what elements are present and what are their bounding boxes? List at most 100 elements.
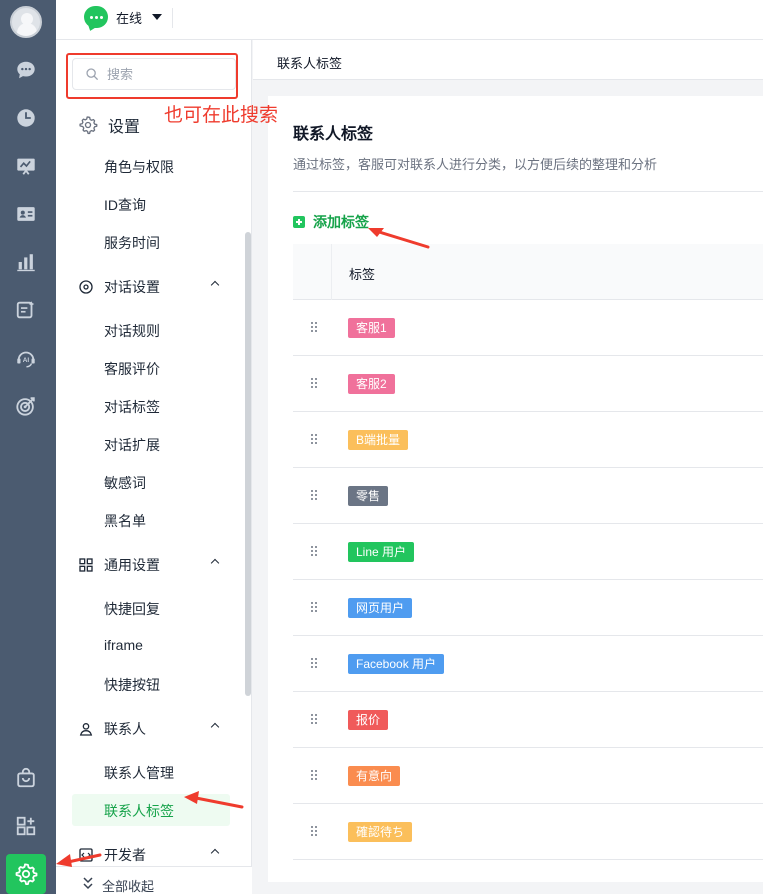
svg-text:AI: AI xyxy=(23,357,30,364)
annotation-text: 也可在此搜索 xyxy=(164,105,279,126)
annotation-highlight-box xyxy=(66,53,238,99)
tag-badge: 网页用户 xyxy=(348,598,413,618)
status-label: 在线 xyxy=(116,10,143,26)
group-title: 通用设置 xyxy=(104,557,160,573)
online-chat-icon xyxy=(84,6,108,28)
sidebar-item-agent-rating[interactable]: 客服评价 xyxy=(104,359,160,379)
target-icon[interactable] xyxy=(13,393,39,419)
plus-icon xyxy=(293,216,305,228)
sidebar-item-quick-buttons[interactable]: 快捷按钮 xyxy=(104,675,160,695)
collapse-icon xyxy=(83,877,93,890)
sidebar-item-blacklist[interactable]: 黑名单 xyxy=(104,511,146,531)
breadcrumb-bar: 联系人标签 xyxy=(253,40,763,80)
sidebar-item-contact-management[interactable]: 联系人管理 xyxy=(104,763,174,783)
drag-handle-icon[interactable] xyxy=(311,826,319,838)
drag-handle-icon[interactable] xyxy=(311,714,319,726)
chevron-up-icon xyxy=(210,280,220,290)
table-row[interactable]: 零售 xyxy=(293,468,763,524)
settings-title: 设置 xyxy=(108,119,141,136)
apps-icon[interactable] xyxy=(13,813,39,839)
monitor-icon[interactable] xyxy=(13,153,39,179)
sidebar-item-dialog-tags[interactable]: 对话标签 xyxy=(104,397,160,417)
chevron-up-icon xyxy=(210,558,220,568)
sidebar-item-contact-tags-label: 联系人标签 xyxy=(104,803,174,819)
settings-icon[interactable] xyxy=(6,854,46,894)
drag-handle-icon[interactable] xyxy=(311,658,319,670)
person-icon xyxy=(79,723,93,736)
table-header: 标签 xyxy=(293,244,763,300)
sidebar-item-dialog-extension[interactable]: 对话扩展 xyxy=(104,435,160,455)
settings-sidebar: 设置 角色与权限 ID查询 服务时间 对话设置 对话规则 客服评价 对话标签 对… xyxy=(56,40,252,894)
page-description: 通过标签，客服可对联系人进行分类，以方便后续的整理和分析 xyxy=(293,157,658,172)
sidebar-item-roles[interactable]: 角色与权限 xyxy=(104,157,174,177)
tag-badge: 客服2 xyxy=(348,374,395,394)
page-title: 联系人标签 xyxy=(293,126,374,143)
divider xyxy=(293,191,763,192)
tag-badge: Line 用户 xyxy=(348,542,415,562)
drag-handle-icon[interactable] xyxy=(311,770,319,782)
table-row[interactable]: 网页用户 xyxy=(293,580,763,636)
table-row[interactable]: B端批量 xyxy=(293,412,763,468)
sidebar-scrollbar[interactable] xyxy=(245,232,251,696)
drag-handle-icon[interactable] xyxy=(311,490,319,502)
grid-icon xyxy=(79,558,93,572)
table-row[interactable]: Line 用户 xyxy=(293,524,763,580)
contact-tags-panel: 联系人标签 通过标签，客服可对联系人进行分类，以方便后续的整理和分析 添加标签 … xyxy=(268,96,763,882)
table-row[interactable]: Facebook 用户 xyxy=(293,636,763,692)
group-title: 对话设置 xyxy=(104,279,160,295)
tag-badge: 確認待ち xyxy=(348,822,413,842)
column-header-tag: 标签 xyxy=(349,267,376,282)
chevron-up-icon xyxy=(210,722,220,732)
ai-bot-icon[interactable]: AI xyxy=(13,345,39,371)
shop-icon[interactable] xyxy=(13,765,39,791)
sidebar-item-quick-reply[interactable]: 快捷回复 xyxy=(104,599,160,619)
table-row[interactable]: 有意向 xyxy=(293,748,763,804)
table-row[interactable]: 报价 xyxy=(293,692,763,748)
table-row[interactable]: 客服2 xyxy=(293,356,763,412)
divider xyxy=(172,8,173,28)
dialog-settings-icon xyxy=(79,280,93,294)
avatar[interactable] xyxy=(10,6,42,38)
group-contacts[interactable]: 联系人 xyxy=(78,719,220,739)
group-dialog-settings[interactable]: 对话设置 xyxy=(78,277,220,297)
drag-handle-icon[interactable] xyxy=(311,378,319,390)
group-general-settings[interactable]: 通用设置 xyxy=(78,555,220,575)
drag-handle-icon[interactable] xyxy=(311,322,319,334)
group-developer[interactable]: 开发者 xyxy=(78,845,220,865)
tag-badge: 有意向 xyxy=(348,766,401,786)
ai-edit-icon[interactable] xyxy=(13,297,39,323)
add-tag-label: 添加标签 xyxy=(313,214,369,230)
drag-handle-icon[interactable] xyxy=(311,546,319,558)
drag-handle-icon[interactable] xyxy=(311,434,319,446)
sidebar-item-id-lookup[interactable]: ID查询 xyxy=(104,195,146,215)
caret-down-icon xyxy=(152,14,163,20)
column-divider xyxy=(331,244,332,300)
add-tag-button[interactable]: 添加标签 xyxy=(293,212,369,232)
tag-badge: 客服1 xyxy=(348,318,395,338)
chevron-up-icon xyxy=(210,848,220,858)
tag-badge: B端批量 xyxy=(348,430,409,450)
status-selector[interactable]: 在线 xyxy=(84,6,163,28)
top-bar: 在线 xyxy=(56,0,763,40)
contact-card-icon[interactable] xyxy=(13,201,39,227)
app-rail: AI xyxy=(0,0,56,894)
sidebar-item-dialog-rules[interactable]: 对话规则 xyxy=(104,321,160,341)
table-row[interactable]: 客服1 xyxy=(293,300,763,356)
breadcrumb: 联系人标签 xyxy=(277,56,343,71)
drag-handle-icon[interactable] xyxy=(311,602,319,614)
group-title: 联系人 xyxy=(104,721,146,737)
code-icon xyxy=(79,848,93,862)
group-title: 开发者 xyxy=(104,847,146,863)
tag-badge: 零售 xyxy=(348,486,389,506)
tag-badge: Facebook 用户 xyxy=(348,654,445,674)
table-row[interactable]: 確認待ち xyxy=(293,804,763,860)
tag-badge: 报价 xyxy=(348,710,389,730)
sidebar-item-service-hours[interactable]: 服务时间 xyxy=(104,233,160,253)
collapse-all-label[interactable]: 全部收起 xyxy=(102,876,154,894)
history-icon[interactable] xyxy=(13,105,39,131)
stats-icon[interactable] xyxy=(13,249,39,275)
gear-icon xyxy=(79,116,98,135)
chat-icon[interactable] xyxy=(13,57,39,83)
sidebar-item-sensitive-words[interactable]: 敏感词 xyxy=(104,473,146,493)
sidebar-item-iframe[interactable]: iframe xyxy=(104,637,143,653)
